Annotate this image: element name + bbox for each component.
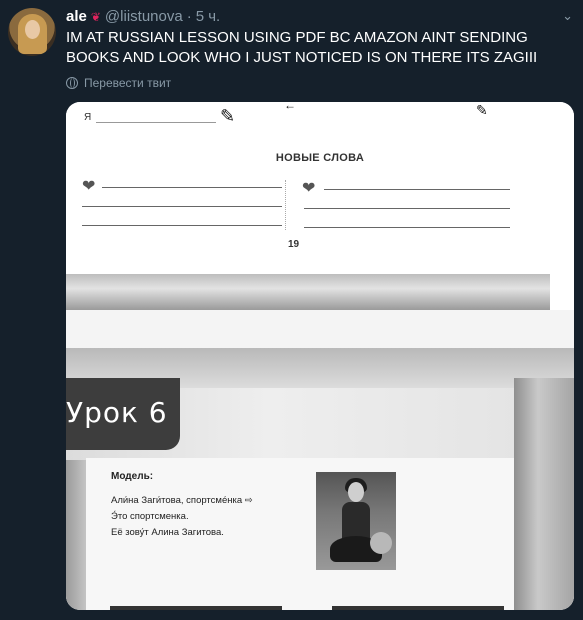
figure-icon: ✎ [476,102,488,118]
example-line: Э́то спортсменка. [111,511,189,522]
display-name[interactable]: ale [66,8,87,26]
workbook-page-top: Я ✎ ← ✎ НОВЫЕ СЛОВА ❤ ❤ 19 [66,102,574,332]
column-divider [285,180,286,230]
answer-line [96,122,216,123]
scan-edge [66,274,550,310]
page-edge [110,606,282,610]
page-gap [66,310,574,350]
answer-line [304,208,510,209]
ya-label: Я [84,112,92,123]
heart-icon: ❤ [82,178,96,195]
arrow-icon: ← [284,102,296,112]
avatar[interactable] [8,8,56,56]
model-label: Модель: [111,471,154,482]
lesson-title: Урок 6 [66,396,168,429]
figure-icon: ✎ [220,106,236,126]
broken-heart-icon: ❤ [302,180,316,197]
page-edge [514,378,574,610]
rose-icon: ❦ [90,10,101,24]
tweet-image[interactable]: Я ✎ ← ✎ НОВЫЕ СЛОВА ❤ ❤ 19 Урок 6 Модель… [66,102,574,610]
new-words-heading: НОВЫЕ СЛОВА [275,152,365,164]
globe-icon [66,77,78,89]
skater-photo [316,472,396,570]
page-edge [332,606,504,610]
example-line: Али́на Заги́това, спортсме́нка ⇨ [111,495,253,506]
example-line: Её зову́т Алина Загитова. [111,527,224,538]
answer-line [324,189,510,190]
separator-dot: · [186,8,192,25]
tweet-text: IM AT RUSSIAN LESSON USING PDF BC AMAZON… [66,29,538,66]
bouquet-icon [370,532,392,554]
translate-tweet-label: Перевести твит [84,76,172,90]
chevron-down-icon[interactable]: ⌄ [562,8,573,24]
tweet-timestamp[interactable]: 5 ч. [196,8,221,26]
page-edge [66,460,86,610]
page-number: 19 [288,239,300,250]
answer-line [82,206,282,207]
answer-line [82,225,282,226]
answer-line [102,187,282,188]
translate-tweet-link[interactable]: Перевести твит [66,76,171,90]
tweet-header: ale ❦ @liistunova · 5 ч. [66,8,220,26]
answer-line [304,227,510,228]
user-handle[interactable]: @liistunova [105,8,183,26]
